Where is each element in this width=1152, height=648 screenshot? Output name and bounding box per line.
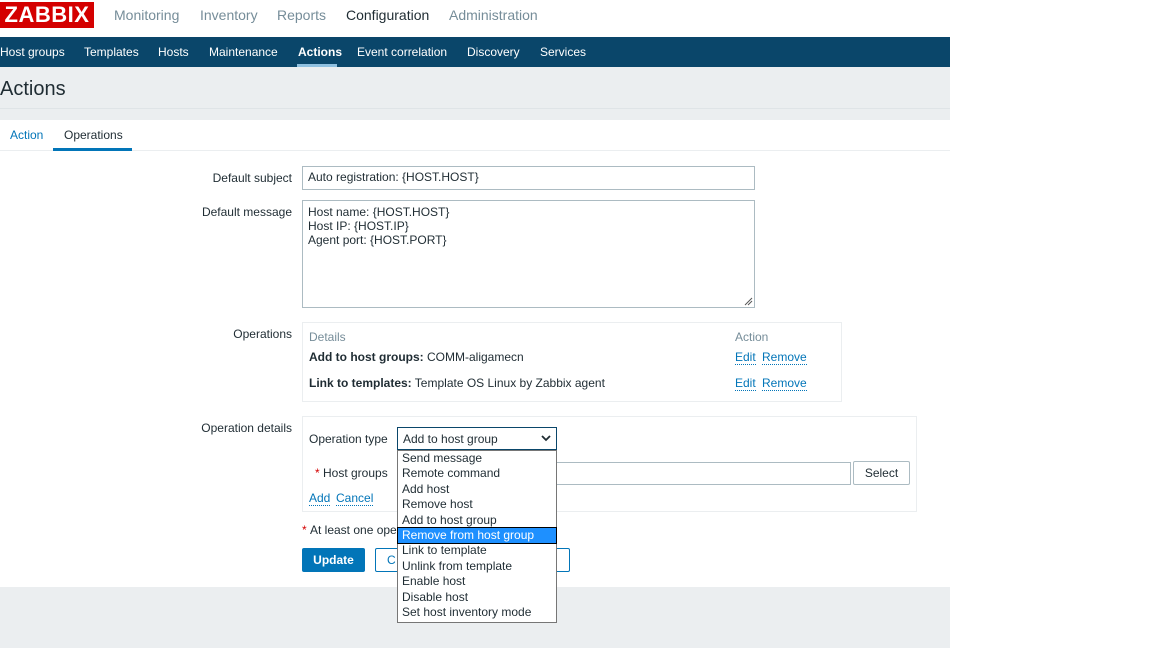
operation-value: Template OS Linux by Zabbix agent: [411, 376, 605, 390]
host-groups-input[interactable]: [553, 462, 851, 485]
message-line: Host name: {HOST.HOST}: [308, 205, 450, 219]
select-button[interactable]: Select: [853, 461, 910, 485]
menu-monitoring[interactable]: Monitoring: [114, 7, 179, 23]
cancel-link[interactable]: Cancel: [336, 492, 374, 506]
column-action-header: Action: [735, 330, 769, 344]
operation-key: Add to host groups:: [309, 350, 424, 364]
edit-link[interactable]: Edit: [735, 351, 756, 365]
menu-configuration[interactable]: Configuration: [346, 7, 429, 23]
submenu-discovery[interactable]: Discovery: [467, 45, 520, 59]
menu-reports[interactable]: Reports: [277, 7, 326, 23]
submenu-host-groups[interactable]: Host groups: [0, 45, 65, 59]
operation-details-box: Operation type * Host groups Add Cancel: [302, 416, 917, 512]
table-row: Add to host groups: COMM-aligamecn: [309, 350, 524, 364]
option-remote-command[interactable]: Remote command: [398, 466, 556, 481]
option-add-host[interactable]: Add host: [398, 482, 556, 497]
header-spacer: [0, 109, 950, 120]
tab-operations[interactable]: Operations: [64, 128, 123, 142]
operations-table: Details Action Add to host groups: COMM-…: [302, 322, 842, 402]
submenu-hosts[interactable]: Hosts: [158, 45, 189, 59]
submenu-services[interactable]: Services: [540, 45, 586, 59]
host-groups-label: Host groups: [323, 466, 388, 480]
edit-link[interactable]: Edit: [735, 377, 756, 391]
operation-type-select[interactable]: Add to host group: [397, 427, 557, 450]
tab-action[interactable]: Action: [10, 128, 43, 142]
default-message-textarea[interactable]: Host name: {HOST.HOST} Host IP: {HOST.IP…: [302, 200, 755, 308]
page-header: Actions: [0, 67, 950, 109]
column-details-header: Details: [309, 330, 346, 344]
active-tab-indicator: [53, 148, 132, 151]
option-send-message[interactable]: Send message: [398, 451, 556, 466]
operations-label: Operations: [233, 327, 292, 341]
operation-key: Link to templates:: [309, 376, 412, 390]
remove-link[interactable]: Remove: [762, 377, 807, 391]
operation-type-dropdown[interactable]: Send message Remote command Add host Rem…: [397, 450, 557, 623]
table-row: Link to templates: Template OS Linux by …: [309, 376, 605, 390]
operation-type-label: Operation type: [309, 432, 388, 446]
menu-inventory[interactable]: Inventory: [200, 7, 258, 23]
submenu-maintenance[interactable]: Maintenance: [209, 45, 278, 59]
message-line: Host IP: {HOST.IP}: [308, 219, 409, 233]
chevron-down-icon: [541, 435, 551, 442]
remove-link[interactable]: Remove: [762, 351, 807, 365]
option-remove-host[interactable]: Remove host: [398, 497, 556, 512]
option-enable-host[interactable]: Enable host: [398, 574, 556, 589]
required-note: At least one ope: [310, 523, 397, 537]
option-set-host-inventory-mode[interactable]: Set host inventory mode: [398, 605, 556, 620]
required-note-star: *: [302, 523, 307, 537]
zabbix-logo[interactable]: ZABBIX: [0, 2, 94, 28]
submenu-event-correlation[interactable]: Event correlation: [357, 45, 447, 59]
operation-details-label: Operation details: [201, 421, 292, 435]
operation-type-value: Add to host group: [403, 432, 498, 446]
page-title: Actions: [0, 78, 66, 100]
top-navigation: ZABBIX Monitoring Inventory Reports Conf…: [0, 0, 950, 37]
zabbix-app: ZABBIX Monitoring Inventory Reports Conf…: [0, 0, 950, 648]
default-subject-input[interactable]: Auto registration: {HOST.HOST}: [302, 166, 755, 190]
message-line: Agent port: {HOST.PORT}: [308, 233, 447, 247]
required-marker: *: [315, 466, 320, 480]
default-subject-label: Default subject: [212, 171, 292, 185]
submenu-actions[interactable]: Actions: [298, 45, 342, 59]
option-disable-host[interactable]: Disable host: [398, 590, 556, 605]
update-button[interactable]: Update: [302, 548, 365, 572]
option-unlink-from-template[interactable]: Unlink from template: [398, 559, 556, 574]
resize-handle-icon[interactable]: [744, 297, 753, 306]
tab-bar: Action Operations: [0, 120, 950, 151]
menu-administration[interactable]: Administration: [449, 7, 538, 23]
sub-navigation: Host groups Templates Hosts Maintenance …: [0, 37, 950, 67]
submenu-templates[interactable]: Templates: [84, 45, 139, 59]
operation-value: COMM-aligamecn: [423, 350, 524, 364]
option-remove-from-host-group[interactable]: Remove from host group: [397, 526, 557, 545]
option-add-to-host-group[interactable]: Add to host group: [398, 513, 556, 528]
default-message-label: Default message: [201, 205, 292, 219]
option-link-to-template[interactable]: Link to template: [398, 543, 556, 558]
add-link[interactable]: Add: [309, 492, 331, 506]
